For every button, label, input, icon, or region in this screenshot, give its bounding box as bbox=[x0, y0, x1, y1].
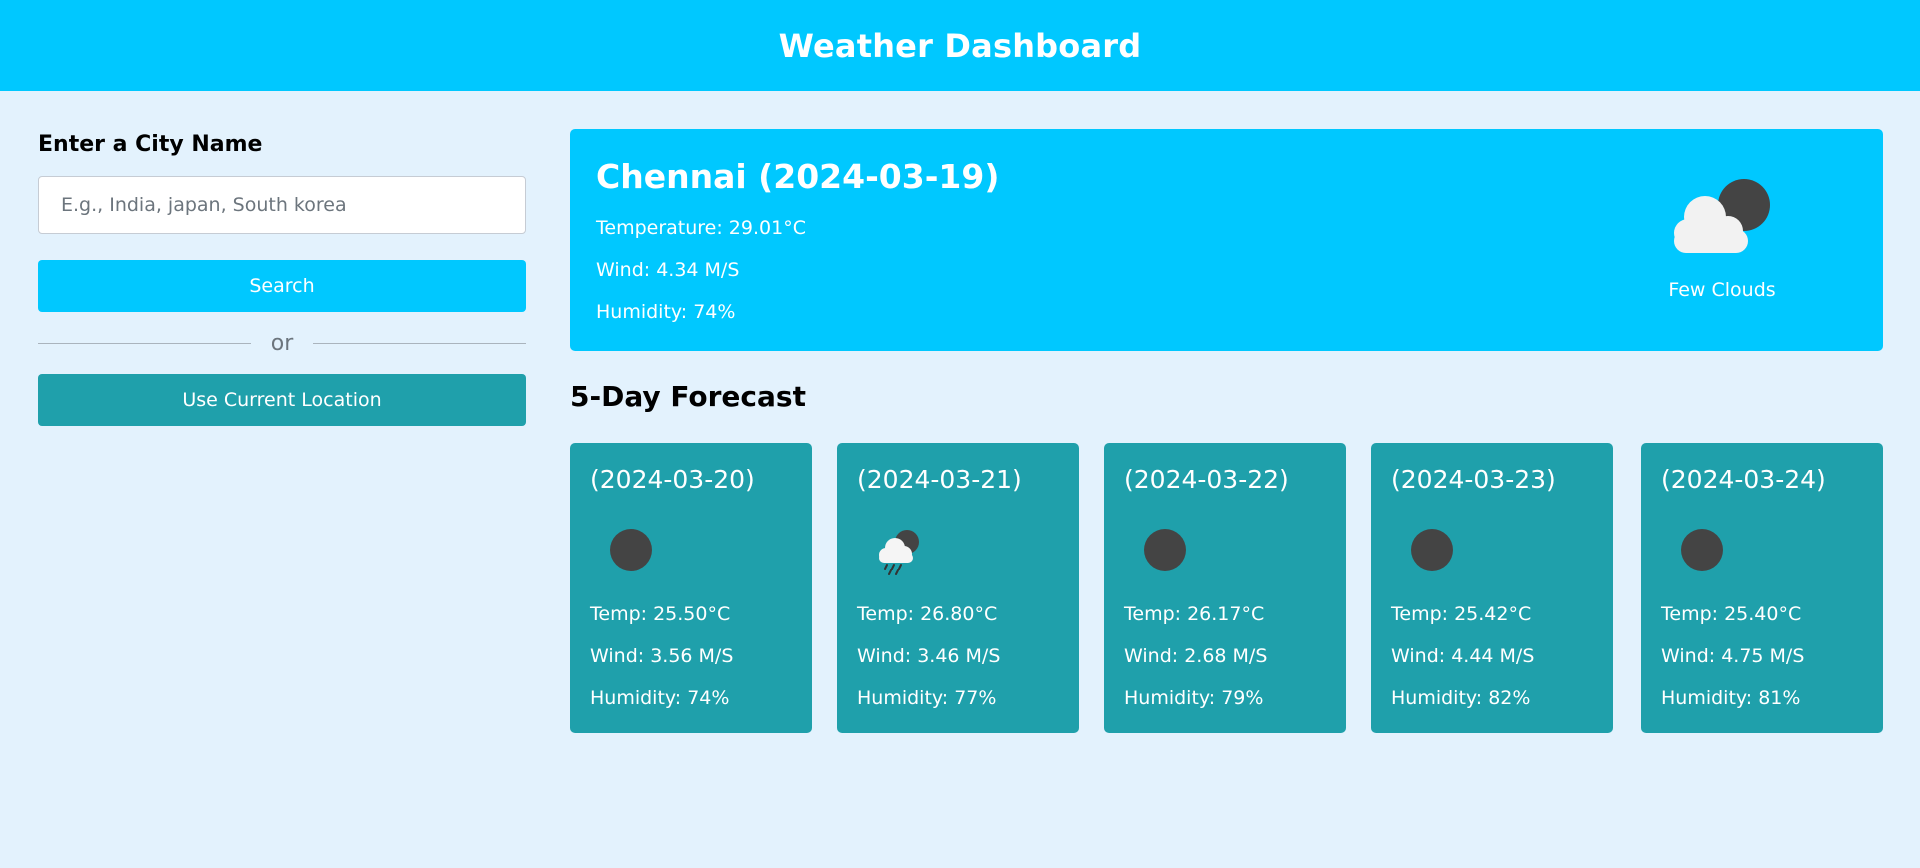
current-temperature: Temperature: 29.01°C bbox=[596, 217, 806, 239]
forecast-card: (2024-03-22) Temp: 26.17°C Wind: 2.68 M/… bbox=[1104, 443, 1346, 733]
forecast-cards: (2024-03-20) Temp: 25.50°C Wind: 3.56 M/… bbox=[570, 443, 1883, 733]
city-search-input[interactable] bbox=[38, 176, 526, 234]
current-weather-card: Chennai (2024-03-19) Temperature: 29.01°… bbox=[570, 129, 1883, 351]
forecast-card: (2024-03-24) Temp: 25.40°C Wind: 4.75 M/… bbox=[1641, 443, 1883, 733]
forecast-date: (2024-03-23) bbox=[1391, 465, 1556, 494]
forecast-humidity: Humidity: 81% bbox=[1661, 687, 1801, 709]
forecast-humidity: Humidity: 74% bbox=[590, 687, 730, 709]
forecast-humidity: Humidity: 77% bbox=[857, 687, 997, 709]
search-button[interactable]: Search bbox=[38, 260, 526, 312]
current-condition: Few Clouds bbox=[1668, 279, 1776, 301]
rain-night-icon bbox=[873, 525, 923, 575]
forecast-date: (2024-03-20) bbox=[590, 465, 755, 494]
forecast-card: (2024-03-23) Temp: 25.42°C Wind: 4.44 M/… bbox=[1371, 443, 1613, 733]
forecast-temp: Temp: 25.42°C bbox=[1391, 603, 1532, 625]
forecast-date: (2024-03-22) bbox=[1124, 465, 1289, 494]
current-wind: Wind: 4.34 M/S bbox=[596, 259, 740, 281]
forecast-date: (2024-03-21) bbox=[857, 465, 1022, 494]
clear-night-icon bbox=[606, 525, 656, 575]
forecast-wind: Wind: 4.44 M/S bbox=[1391, 645, 1535, 667]
forecast-card: (2024-03-20) Temp: 25.50°C Wind: 3.56 M/… bbox=[570, 443, 812, 733]
forecast-humidity: Humidity: 79% bbox=[1124, 687, 1264, 709]
use-current-location-button[interactable]: Use Current Location bbox=[38, 374, 526, 426]
forecast-temp: Temp: 25.40°C bbox=[1661, 603, 1802, 625]
forecast-wind: Wind: 3.46 M/S bbox=[857, 645, 1001, 667]
current-city-title: Chennai (2024-03-19) bbox=[596, 157, 1000, 196]
divider-text: or bbox=[270, 330, 294, 356]
city-input-label: Enter a City Name bbox=[38, 132, 263, 157]
few-clouds-night-icon bbox=[1658, 171, 1786, 261]
forecast-wind: Wind: 2.68 M/S bbox=[1124, 645, 1268, 667]
forecast-temp: Temp: 25.50°C bbox=[590, 603, 731, 625]
forecast-card: (2024-03-21) Temp: 26.80°C Wind: 3.46 M/… bbox=[837, 443, 1079, 733]
divider-line-right bbox=[313, 342, 527, 344]
or-divider: or bbox=[38, 326, 527, 360]
current-humidity: Humidity: 74% bbox=[596, 301, 736, 323]
forecast-temp: Temp: 26.80°C bbox=[857, 603, 998, 625]
forecast-title: 5-Day Forecast bbox=[570, 380, 806, 413]
app-title: Weather Dashboard bbox=[778, 26, 1142, 65]
search-panel: Enter a City Name Search or Use Current … bbox=[38, 128, 527, 426]
forecast-humidity: Humidity: 82% bbox=[1391, 687, 1531, 709]
forecast-temp: Temp: 26.17°C bbox=[1124, 603, 1265, 625]
clear-night-icon bbox=[1140, 525, 1190, 575]
forecast-wind: Wind: 3.56 M/S bbox=[590, 645, 734, 667]
clear-night-icon bbox=[1677, 525, 1727, 575]
divider-line-left bbox=[38, 342, 251, 344]
app-header: Weather Dashboard bbox=[0, 0, 1920, 91]
forecast-date: (2024-03-24) bbox=[1661, 465, 1826, 494]
clear-night-icon bbox=[1407, 525, 1457, 575]
forecast-wind: Wind: 4.75 M/S bbox=[1661, 645, 1805, 667]
